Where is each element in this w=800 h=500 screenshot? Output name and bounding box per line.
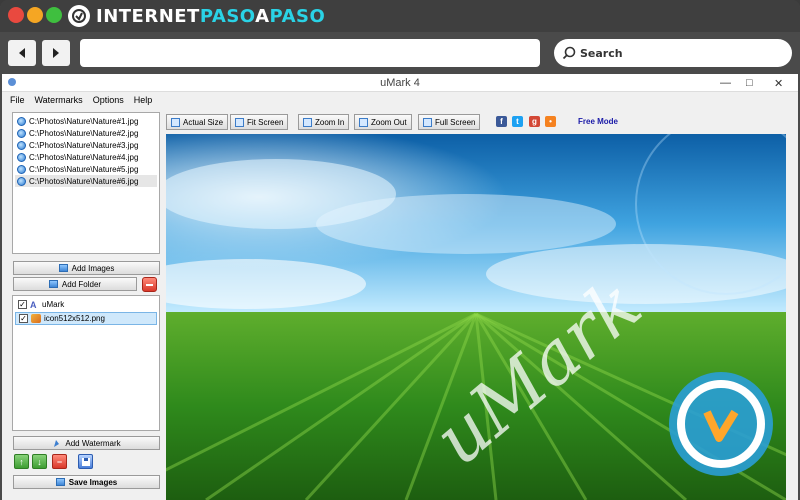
- landscape-photo: uMark: [166, 134, 786, 500]
- save-images-icon: [55, 478, 65, 486]
- close-button[interactable]: ✕: [774, 77, 783, 90]
- logo-watermark-overlay: [669, 372, 773, 476]
- search-input[interactable]: Search: [554, 39, 792, 67]
- menu-options[interactable]: Options: [93, 95, 124, 105]
- list-item[interactable]: C:\Photos\Nature\Nature#4.jpg: [15, 151, 157, 163]
- image-file-icon: [17, 176, 26, 186]
- browser-window: INTERNETPASOAPASO Search uMark 4 — □ ✕ F…: [0, 0, 800, 500]
- menubar: File Watermarks Options Help: [2, 92, 798, 108]
- watermark-checkbox[interactable]: ✓: [18, 300, 27, 309]
- text-watermark-icon: A: [30, 299, 37, 310]
- brand-name: INTERNETPASOAPASO: [96, 5, 326, 27]
- browser-navbar: Search: [0, 32, 800, 74]
- list-item[interactable]: C:\Photos\Nature\Nature#5.jpg: [15, 163, 157, 175]
- folder-icon: [48, 280, 58, 288]
- list-item[interactable]: C:\Photos\Nature\Nature#1.jpg: [15, 115, 157, 127]
- brand-icon: [68, 5, 90, 27]
- zoom-in-button[interactable]: Zoom In: [298, 114, 350, 130]
- image-preview: uMark: [166, 134, 786, 500]
- image-file-list[interactable]: C:\Photos\Nature\Nature#1.jpg C:\Photos\…: [12, 112, 160, 254]
- maximize-button[interactable]: □: [746, 77, 753, 89]
- remove-image-button[interactable]: [142, 277, 157, 292]
- watermark-item-icon[interactable]: ✓ icon512x512.png: [15, 312, 157, 325]
- image-file-icon: [17, 116, 26, 126]
- menu-watermarks[interactable]: Watermarks: [35, 95, 83, 105]
- list-item[interactable]: C:\Photos\Nature\Nature#3.jpg: [15, 139, 157, 151]
- watermark-list[interactable]: ✓ A uMark ✓ icon512x512.png: [12, 295, 160, 431]
- menu-help[interactable]: Help: [134, 95, 153, 105]
- search-icon: [562, 46, 576, 60]
- maximize-window-dot[interactable]: [46, 7, 62, 23]
- add-images-icon: [58, 264, 68, 272]
- watermark-item-umark[interactable]: ✓ A uMark: [15, 298, 157, 311]
- move-up-button[interactable]: ↑: [14, 454, 29, 469]
- image-file-icon: [17, 140, 26, 150]
- url-bar[interactable]: [80, 39, 540, 67]
- minus-icon: −: [56, 456, 63, 467]
- save-images-button[interactable]: Save Images: [13, 475, 160, 489]
- zoom-out-button[interactable]: Zoom Out: [354, 114, 412, 130]
- fit-screen-button[interactable]: Fit Screen: [230, 114, 289, 130]
- search-placeholder: Search: [580, 46, 623, 60]
- app-title: uMark 4: [380, 77, 420, 89]
- back-arrow-icon: [19, 48, 25, 58]
- list-item[interactable]: C:\Photos\Nature\Nature#6.jpg: [15, 175, 157, 187]
- rss-icon[interactable]: •: [545, 116, 556, 127]
- add-folder-button[interactable]: Add Folder: [13, 277, 137, 291]
- save-watermark-button[interactable]: [78, 454, 93, 469]
- umark-window: uMark 4 — □ ✕ File Watermarks Options He…: [2, 74, 798, 500]
- image-file-icon: [17, 164, 26, 174]
- mode-label: Free Mode: [578, 117, 619, 126]
- full-screen-button[interactable]: Full Screen: [418, 114, 481, 130]
- twitter-icon[interactable]: t: [512, 116, 523, 127]
- actual-size-button[interactable]: Actual Size: [166, 114, 229, 130]
- list-item[interactable]: C:\Photos\Nature\Nature#2.jpg: [15, 127, 157, 139]
- forward-button[interactable]: [42, 40, 70, 66]
- zoom-out-icon: [359, 117, 368, 127]
- move-down-button[interactable]: ↓: [32, 454, 47, 469]
- facebook-icon[interactable]: f: [496, 116, 507, 127]
- zoom-in-icon: [303, 117, 312, 127]
- image-file-icon: [17, 152, 26, 162]
- full-screen-icon: [423, 117, 432, 127]
- menu-file[interactable]: File: [10, 95, 25, 105]
- delete-watermark-button[interactable]: −: [52, 454, 67, 469]
- fit-screen-icon: [235, 117, 244, 127]
- browser-titlebar: INTERNETPASOAPASO: [0, 0, 800, 32]
- add-watermark-icon: [54, 439, 60, 447]
- add-watermark-button[interactable]: Add Watermark: [13, 436, 160, 450]
- image-watermark-icon: [31, 314, 41, 323]
- app-titlebar: uMark 4 — □ ✕: [2, 74, 798, 92]
- arrow-up-icon: ↑: [19, 456, 24, 467]
- close-window-dot[interactable]: [8, 7, 24, 23]
- floppy-icon: [81, 457, 90, 466]
- back-button[interactable]: [8, 40, 36, 66]
- add-images-button[interactable]: Add Images: [13, 261, 160, 275]
- brand-logo: INTERNETPASOAPASO: [68, 5, 325, 27]
- watermark-checkbox[interactable]: ✓: [19, 314, 28, 323]
- forward-arrow-icon: [53, 48, 59, 58]
- actual-size-icon: [171, 117, 180, 127]
- minimize-window-dot[interactable]: [27, 7, 43, 23]
- arrow-down-icon: ↓: [37, 456, 42, 467]
- image-file-icon: [17, 128, 26, 138]
- google-plus-icon[interactable]: g: [529, 116, 540, 127]
- minimize-button[interactable]: —: [720, 77, 731, 89]
